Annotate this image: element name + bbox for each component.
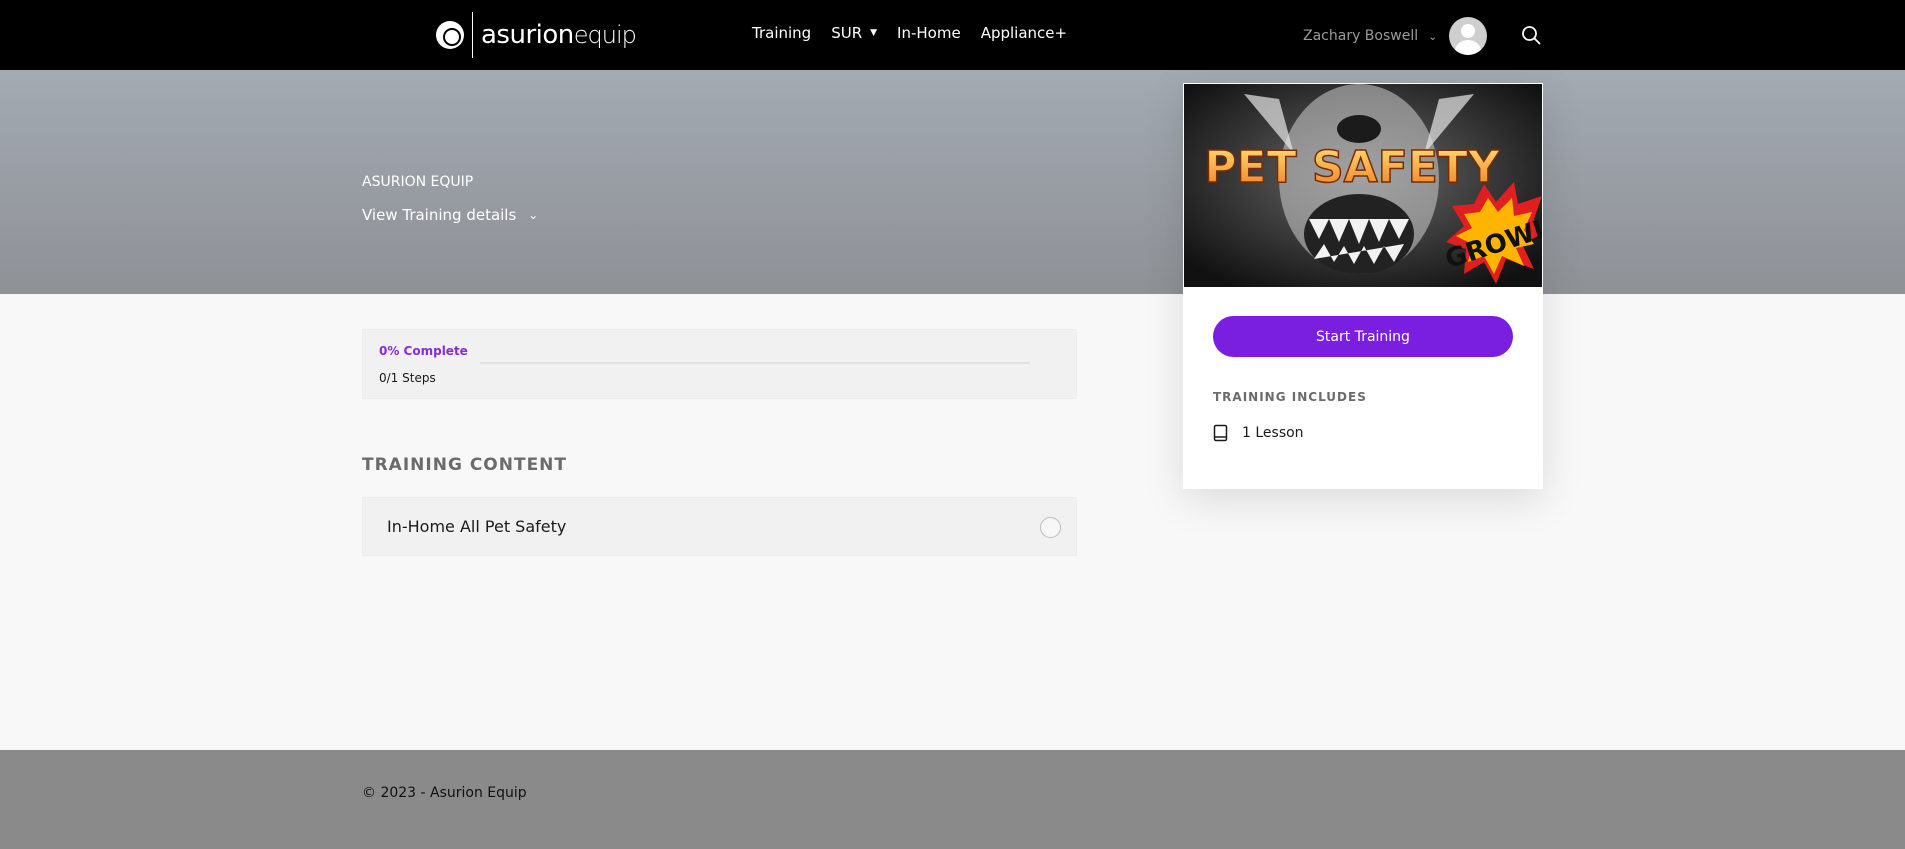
footer: © 2023 - Asurion Equip	[0, 750, 1905, 849]
start-training-button[interactable]: Start Training	[1213, 316, 1513, 357]
training-content-heading: TRAINING CONTENT	[362, 455, 568, 475]
search-icon[interactable]	[1521, 25, 1541, 45]
view-training-details-label: View Training details	[362, 206, 517, 224]
user-menu[interactable]: Zachary Boswell ⌄	[1303, 17, 1488, 55]
user-name: Zachary Boswell	[1303, 28, 1419, 44]
progress-panel: 0% Complete 0/1 Steps	[362, 329, 1077, 399]
nav-item-sur[interactable]: SUR ▼	[831, 24, 877, 42]
includes-item-label: 1 Lesson	[1242, 425, 1304, 441]
nav-item-appliance-plus[interactable]: Appliance+	[981, 24, 1067, 42]
book-icon	[1213, 424, 1228, 442]
lesson-title: In-Home All Pet Safety	[387, 517, 567, 536]
main-nav: Training SUR ▼ In-Home Appliance+	[752, 24, 1087, 42]
thumbnail-title-text: PET SAFETY	[1204, 142, 1501, 193]
nav-item-label: Training	[752, 24, 812, 42]
logo-mark-icon	[436, 21, 464, 49]
includes-item: 1 Lesson	[1213, 424, 1304, 442]
logo-wordmark: asurionequip	[481, 20, 637, 50]
chevron-down-icon: ⌄	[528, 208, 539, 222]
caret-down-icon: ▼	[870, 28, 878, 38]
training-thumbnail: GROWL PET SAFETY	[1184, 84, 1542, 287]
logo-divider	[472, 12, 473, 58]
logo-brand-text: asurion	[481, 20, 574, 50]
avatar[interactable]	[1449, 17, 1488, 55]
hero-banner: ASURION EQUIP View Training details ⌄	[0, 70, 1905, 294]
hero-label: ASURION EQUIP	[362, 174, 474, 190]
progress-steps: 0/1 Steps	[379, 371, 436, 385]
asurion-equip-logo[interactable]: asurionequip	[436, 12, 637, 58]
progress-bar	[480, 362, 1030, 364]
nav-item-label: In-Home	[897, 24, 961, 42]
training-card: GROWL PET SAFETY Start Training TRAINING…	[1183, 83, 1543, 489]
footer-copyright: © 2023 - Asurion Equip	[362, 785, 527, 801]
nav-item-in-home[interactable]: In-Home	[897, 24, 961, 42]
logo-sub-text: equip	[573, 21, 637, 49]
top-navigation-bar: asurionequip Training SUR ▼ In-Home Appli…	[0, 0, 1905, 70]
nav-item-label: Appliance+	[980, 24, 1068, 42]
chevron-down-icon: ⌄	[1428, 29, 1438, 43]
progress-percent: 0% Complete	[379, 344, 468, 358]
lesson-status-circle-icon	[1040, 517, 1061, 538]
training-includes-heading: TRAINING INCLUDES	[1213, 390, 1367, 404]
lesson-item[interactable]: In-Home All Pet Safety	[362, 497, 1077, 556]
nav-item-training[interactable]: Training	[752, 24, 811, 42]
view-training-details-toggle[interactable]: View Training details ⌄	[362, 206, 538, 224]
nav-item-label: SUR	[831, 24, 863, 42]
